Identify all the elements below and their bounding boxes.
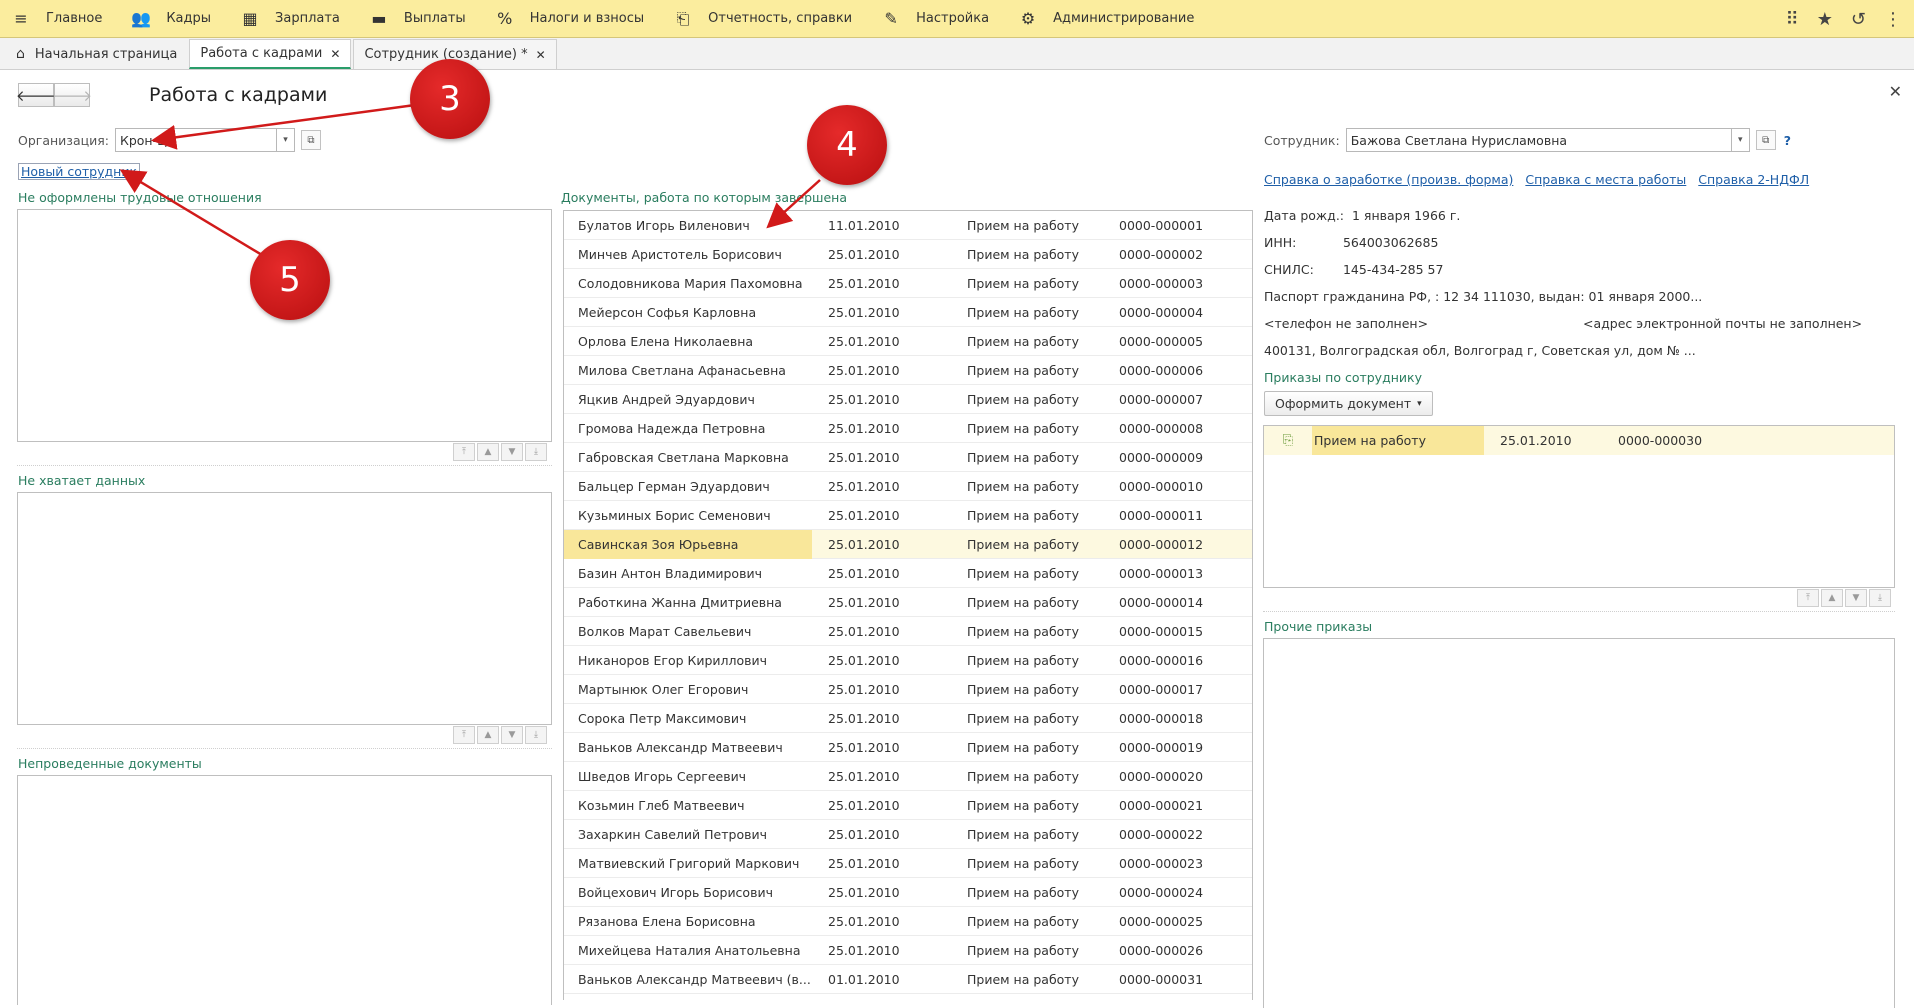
arrow-3 (151, 103, 416, 150)
arrow-4 (766, 179, 821, 229)
annotation-marker-4: 4 (807, 105, 887, 185)
annotation-marker-5: 5 (250, 240, 330, 320)
annotation-marker-3: 3 (410, 59, 490, 139)
arrow-5 (119, 169, 263, 257)
annotation-arrows (119, 103, 821, 257)
